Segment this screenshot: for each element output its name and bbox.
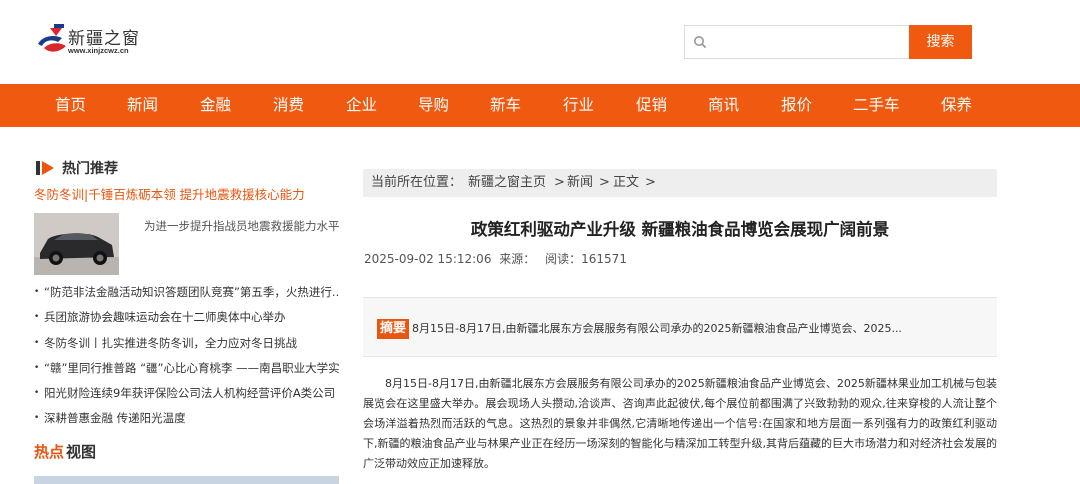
list-item[interactable]: “防范非法金融活动知识答题团队竞赛”第五季，火热进行... <box>34 282 340 307</box>
sidebar-title-text: 热门推荐 <box>62 161 118 177</box>
hot-view-label-a: 热点 <box>34 443 65 461</box>
article-reads: 161571 <box>581 252 627 266</box>
section-arrow-icon <box>36 161 54 175</box>
nav-item-finance[interactable]: 金融 <box>200 84 231 127</box>
article-summary: 摘要 8月15日-8月17日,由新疆北展东方会展服务有限公司承办的2025新疆粮… <box>363 297 997 357</box>
main-nav: 首页 新闻 金融 消费 企业 导购 新车 行业 促销 商讯 报价 二手车 保养 <box>0 84 1080 127</box>
list-item[interactable]: 深耕普惠金融 传递阳光温度 <box>34 408 340 433</box>
car-image <box>34 213 119 275</box>
breadcrumb-label: 当前所在位置： <box>371 175 463 190</box>
summary-tag: 摘要 <box>377 319 410 339</box>
nav-item-enterprise[interactable]: 企业 <box>346 84 377 127</box>
list-item[interactable]: 冬防冬训丨扎实推进冬防冬训，全力应对冬日挑战 <box>34 333 340 358</box>
article-title: 政策红利驱动产业升级 新疆粮油食品博览会展现广阔前景 <box>470 220 890 239</box>
nav-item-prices[interactable]: 报价 <box>781 84 812 127</box>
breadcrumb: 当前所在位置： 新疆之窗主页 > 新闻 > 正文 > <box>363 169 997 197</box>
article-body: 8月15日-8月17日,由新疆北展东方会展服务有限公司承办的2025新疆粮油食品… <box>363 374 997 474</box>
nav-item-new-cars[interactable]: 新车 <box>490 84 521 127</box>
summary-text: 8月15日-8月17日,由新疆北展东方会展服务有限公司承办的2025新疆粮油食品… <box>412 322 902 335</box>
logo-url: www.xinjzcwz.cn <box>68 46 129 55</box>
sidebar-thumbnail-image[interactable] <box>34 213 119 275</box>
list-item[interactable]: 阳光财险连续9年获评保险公司法人机构经营评价A类公司 <box>34 383 340 408</box>
article-source-label: 来源： <box>499 252 536 266</box>
article-reads-label: 阅读： <box>545 252 582 266</box>
nav-item-consumer[interactable]: 消费 <box>273 84 304 127</box>
search-input[interactable] <box>713 30 903 54</box>
list-item[interactable]: “赣”里同行推普路 “疆”心比心育桃李 ——南昌职业大学实... <box>34 358 340 383</box>
article-meta: 2025-09-02 15:12:06 来源： 阅读：161571 <box>364 250 627 267</box>
site-logo[interactable]: 新疆之窗 www.xinjzcwz.cn <box>36 22 146 62</box>
nav-item-news[interactable]: 新闻 <box>127 84 158 127</box>
article-datetime: 2025-09-02 15:12:06 <box>364 252 492 266</box>
search-icon <box>694 36 707 49</box>
logo-mark-icon <box>38 24 66 52</box>
nav-item-home[interactable]: 首页 <box>55 84 86 127</box>
nav-item-maintenance[interactable]: 保养 <box>941 84 972 127</box>
search-button[interactable]: 搜索 <box>909 25 972 59</box>
hot-view-label-b: 视图 <box>66 443 97 461</box>
breadcrumb-section-link[interactable]: 新闻 <box>567 169 593 197</box>
nav-item-shopping-guide[interactable]: 导购 <box>418 84 449 127</box>
nav-item-used-cars[interactable]: 二手车 <box>853 84 900 127</box>
breadcrumb-home-link[interactable]: 新疆之窗主页 <box>468 169 546 197</box>
breadcrumb-current[interactable]: 正文 <box>613 169 639 197</box>
breadcrumb-separator: > <box>554 175 565 190</box>
site-header: 新疆之窗 www.xinjzcwz.cn 搜索 <box>0 0 1080 84</box>
sidebar-thumbnail-caption[interactable]: 为进一步提升指战员地震救援能力水平, <box>144 218 340 234</box>
hot-view-image[interactable] <box>34 476 339 484</box>
sidebar-news-list: “防范非法金融活动知识答题团队竞赛”第五季，火热进行... 兵团旅游协会趣味运动… <box>34 282 340 434</box>
article-paragraph: 8月15日-8月17日,由新疆北展东方会展服务有限公司承办的2025新疆粮油食品… <box>363 377 997 470</box>
nav-item-business-news[interactable]: 商讯 <box>708 84 739 127</box>
sidebar-headline-link[interactable]: 冬防冬训|千锤百炼砺本领 提升地震救援核心能力 <box>34 184 305 203</box>
breadcrumb-separator: > <box>599 175 610 190</box>
search-box <box>684 25 910 59</box>
nav-item-promotions[interactable]: 促销 <box>636 84 667 127</box>
hot-view-heading: 热点 视图 <box>34 441 96 462</box>
nav-item-industry[interactable]: 行业 <box>563 84 594 127</box>
breadcrumb-separator: > <box>645 175 656 190</box>
list-item[interactable]: 兵团旅游协会趣味运动会在十二师奥体中心举办 <box>34 307 340 332</box>
